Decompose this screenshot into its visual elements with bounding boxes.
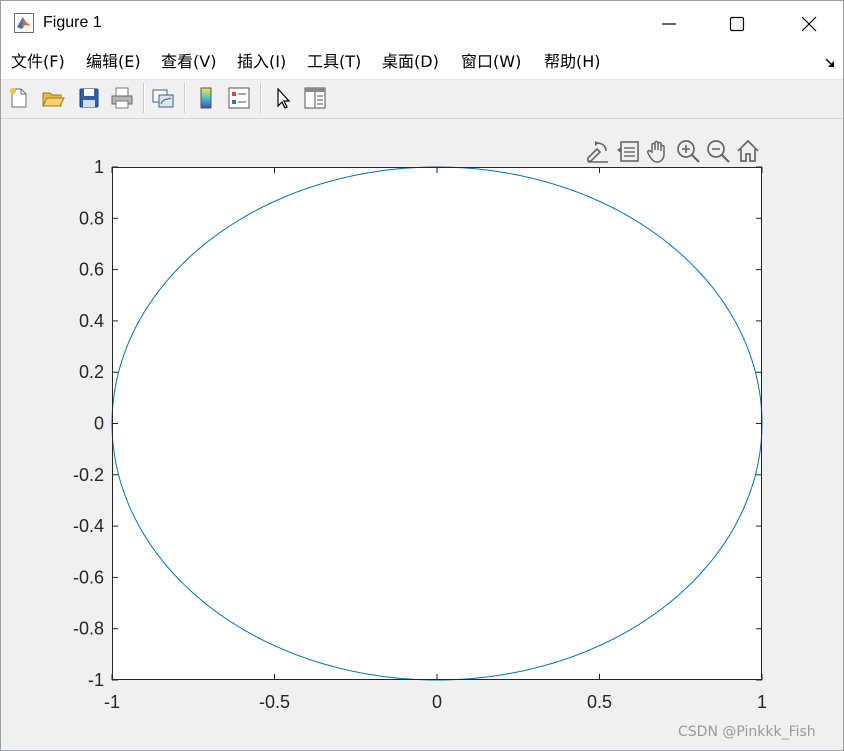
y-tick-label: 1: [94, 157, 104, 177]
y-tick-label: -1: [88, 670, 104, 690]
y-tick-label: 0.6: [79, 260, 104, 280]
plot-axes[interactable]: -1 -0.5 0 0.5 1 -1 -0.8 -0.6 -0.4 -0.2 0 0.2 0.4 0.6 0…: [1, 1, 843, 750]
x-tick-label: 1: [757, 692, 767, 712]
x-tick-label: -1: [104, 692, 120, 712]
y-tick-label: -0.6: [73, 567, 104, 587]
y-tick-label: 0: [94, 414, 104, 434]
x-tick-label: 0: [432, 692, 442, 712]
y-tick-label: -0.4: [73, 516, 104, 536]
watermark-text: CSDN @Pinkkk_Fish: [678, 724, 816, 740]
y-tick-label: 0.8: [79, 208, 104, 228]
y-tick-label: -0.2: [73, 465, 104, 485]
y-tick-label: 0.4: [79, 311, 104, 331]
x-tick-label: 0.5: [587, 692, 612, 712]
axes-background: [112, 167, 762, 680]
y-tick-label: -0.8: [73, 619, 104, 639]
x-tick-label: -0.5: [259, 692, 290, 712]
y-tick-label: 0.2: [79, 362, 104, 382]
figure-window: Figure 1 文件(F) 编辑(E) 查看(V) 插入(I) 工具(T) 桌…: [0, 0, 844, 751]
